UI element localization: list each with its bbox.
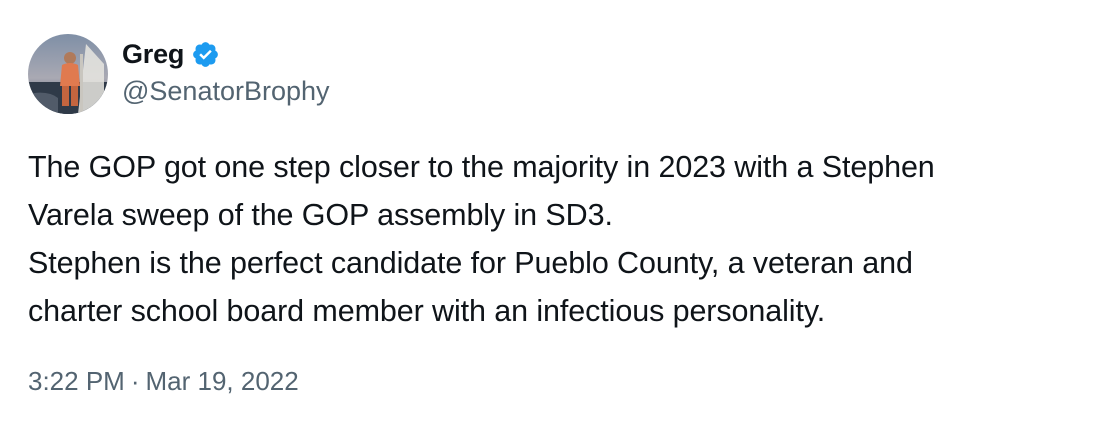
tweet-text-line: The GOP got one step closer to the major… [28, 150, 935, 184]
tweet-card: Greg @SenatorBrophy The GOP got one step… [0, 0, 1098, 430]
tweet-timestamp[interactable]: 3:22 PM · Mar 19, 2022 [28, 366, 299, 397]
tweet-text-line: charter school board member with an infe… [28, 294, 826, 328]
timestamp-separator: · [130, 366, 140, 396]
tweet-date: Mar 19, 2022 [145, 366, 299, 396]
user-handle[interactable]: @SenatorBrophy [122, 76, 330, 107]
display-name[interactable]: Greg [122, 39, 184, 70]
avatar[interactable] [28, 34, 108, 114]
tweet-text-line: Stephen is the perfect candidate for Pue… [28, 246, 913, 280]
tweet-text-line: Varela sweep of the GOP assembly in SD3. [28, 198, 613, 232]
avatar-photo [28, 34, 108, 114]
verified-badge-icon[interactable] [191, 40, 220, 69]
tweet-text: The GOP got one step closer to the major… [28, 143, 1088, 335]
name-row: Greg [122, 36, 330, 72]
author-block: Greg @SenatorBrophy [122, 36, 330, 107]
tweet-time: 3:22 PM [28, 366, 125, 396]
